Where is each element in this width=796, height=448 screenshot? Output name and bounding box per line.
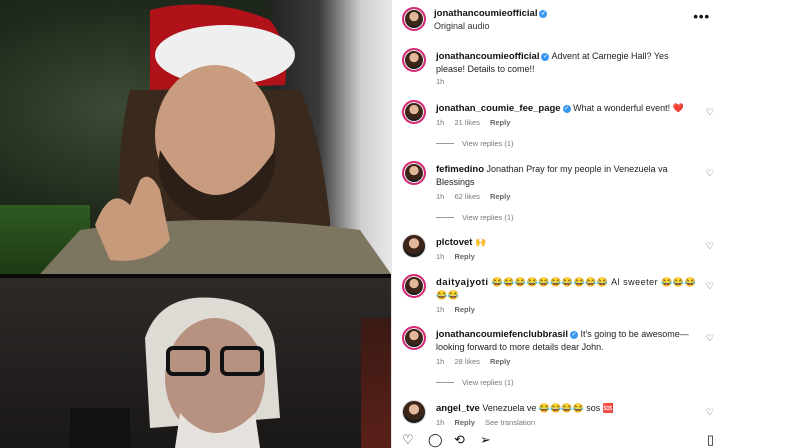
reply-button[interactable]: Reply — [454, 252, 474, 261]
see-translation-link[interactable]: See translation — [485, 418, 535, 427]
page-background-right — [723, 0, 796, 448]
comment-meta: 1h Reply See translation — [436, 418, 543, 427]
comment-time: 1h — [436, 118, 445, 127]
view-replies-line — [436, 143, 454, 144]
comment-body: fefimedino Jonathan Pray for my people i… — [436, 163, 698, 188]
view-replies-line — [436, 382, 454, 383]
audio-label[interactable]: Original audio — [434, 21, 490, 31]
comment-text: Venezuela ve 😂😂😂😂 sos 🆘 — [482, 403, 614, 413]
comment-username[interactable]: jonathan_coumie_fee_page — [436, 103, 561, 114]
more-options-icon[interactable]: ••• — [693, 9, 710, 24]
verified-badge-icon: ✓ — [539, 10, 548, 18]
comment-username[interactable]: daityajyoti — [436, 277, 489, 288]
commenter-avatar[interactable] — [402, 234, 426, 258]
comment-time: 1h — [436, 418, 445, 427]
view-replies-text[interactable]: View replies (1) — [462, 139, 514, 148]
reply-button[interactable]: Reply — [490, 192, 510, 201]
like-comment-heart-icon[interactable]: ♡ — [706, 407, 714, 418]
reply-button[interactable]: Reply — [454, 418, 474, 427]
caption-meta: 1h — [436, 77, 452, 86]
verified-badge-icon: ✓ — [541, 53, 550, 61]
reply-button[interactable]: Reply — [490, 118, 510, 127]
comment-item: jonathancoumiefenclubbrasil ✓ It's going … — [392, 326, 723, 392]
verified-badge-icon: ✓ — [569, 331, 578, 339]
like-comment-heart-icon[interactable]: ♡ — [706, 281, 714, 292]
bookmark-icon[interactable]: ▯ — [707, 433, 714, 446]
comment-username[interactable]: angel_tve — [436, 403, 480, 414]
comment-item: daityajyoti 😂😂😂😂😂😂😂😂😂😂 Al sweeter 😂😂😂😂😂 … — [392, 274, 723, 318]
commenter-avatar[interactable] — [402, 161, 426, 185]
comment-item: plctovet 🙌 1h Reply ♡ — [392, 234, 723, 266]
caption-username[interactable]: jonathancoumieofficial — [436, 51, 539, 62]
like-comment-heart-icon[interactable]: ♡ — [706, 168, 714, 179]
comment-body: daityajyoti 😂😂😂😂😂😂😂😂😂😂 Al sweeter 😂😂😂😂😂 — [436, 276, 698, 301]
view-replies-button[interactable]: View replies (1) — [436, 139, 514, 148]
caption-time: 1h — [436, 77, 445, 86]
commenter-avatar[interactable] — [402, 100, 426, 124]
caption-body: jonathancoumieofficial ✓ Advent at Carneg… — [436, 50, 698, 75]
comment-item: fefimedino Jonathan Pray for my people i… — [392, 161, 723, 227]
caption: jonathancoumieofficial ✓ Advent at Carneg… — [392, 48, 723, 88]
comment-time: 1h — [436, 252, 445, 261]
comment-likes[interactable]: 62 likes — [454, 192, 479, 201]
comment-username[interactable]: fefimedino — [436, 164, 484, 175]
comment-username[interactable]: plctovet — [436, 237, 472, 248]
video-frame-top — [0, 0, 391, 274]
comment-meta: 1h 21 likes Reply — [436, 118, 518, 127]
reply-button[interactable]: Reply — [454, 305, 474, 314]
comment-body: plctovet 🙌 — [436, 236, 698, 249]
verified-badge-icon: ✓ — [562, 105, 571, 113]
repost-icon[interactable]: ⟲ — [454, 433, 465, 446]
comment-likes[interactable]: 28 likes — [454, 357, 479, 366]
post-action-bar: ♡ ◯ ⟲ ➢ ▯ — [392, 430, 723, 448]
like-comment-heart-icon[interactable]: ♡ — [706, 241, 714, 252]
comment-body: jonathan_coumie_fee_page ✓ What a wonderf… — [436, 102, 698, 115]
comment-item: angel_tve Venezuela ve 😂😂😂😂 sos 🆘 1h Rep… — [392, 400, 723, 430]
like-comment-heart-icon[interactable]: ♡ — [706, 107, 714, 118]
comment-username[interactable]: jonathancoumiefenclubbrasil — [436, 329, 568, 340]
comment-icon[interactable]: ◯ — [428, 433, 443, 446]
post-header: jonathancoumieofficial ✓ Original audio •… — [392, 0, 723, 38]
man-with-glasses-image — [145, 297, 280, 448]
author-username[interactable]: jonathancoumieofficial ✓ — [434, 8, 548, 19]
view-replies-line — [436, 217, 454, 218]
comment-meta: 1h 28 likes Reply — [436, 357, 518, 366]
comment-likes[interactable]: 21 likes — [454, 118, 479, 127]
commenter-avatar[interactable] — [402, 400, 426, 424]
video-frame-bottom — [0, 278, 391, 448]
comment-body: angel_tve Venezuela ve 😂😂😂😂 sos 🆘 — [436, 402, 698, 415]
comment-time: 1h — [436, 357, 445, 366]
comment-meta: 1h Reply — [436, 252, 483, 261]
heart-icon[interactable]: ♡ — [402, 433, 414, 446]
comment-time: 1h — [436, 192, 445, 201]
comment-text: What a wonderful event! ❤️ — [573, 103, 684, 113]
comment-meta: 1h 62 likes Reply — [436, 192, 518, 201]
comment-text: 🙌 — [474, 237, 487, 247]
like-comment-heart-icon[interactable]: ♡ — [706, 333, 714, 344]
comment-body: jonathancoumiefenclubbrasil ✓ It's going … — [436, 328, 698, 353]
comment-time: 1h — [436, 305, 445, 314]
view-replies-text[interactable]: View replies (1) — [462, 213, 514, 222]
man-with-santa-hat-image — [40, 4, 391, 274]
comments-panel: jonathancoumieofficial ✓ Original audio •… — [391, 0, 723, 448]
comment-item: jonathan_coumie_fee_page ✓ What a wonderf… — [392, 100, 723, 156]
view-replies-button[interactable]: View replies (1) — [436, 378, 514, 387]
commenter-avatar[interactable] — [402, 274, 426, 298]
view-replies-text[interactable]: View replies (1) — [462, 378, 514, 387]
author-username-text[interactable]: jonathancoumieofficial — [434, 8, 537, 19]
post-media[interactable] — [0, 0, 391, 448]
send-icon[interactable]: ➢ — [480, 433, 491, 446]
author-avatar[interactable] — [402, 7, 426, 31]
comment-meta: 1h Reply — [436, 305, 483, 314]
view-replies-button[interactable]: View replies (1) — [436, 213, 514, 222]
caption-avatar[interactable] — [402, 48, 426, 72]
commenter-avatar[interactable] — [402, 326, 426, 350]
reply-button[interactable]: Reply — [490, 357, 510, 366]
